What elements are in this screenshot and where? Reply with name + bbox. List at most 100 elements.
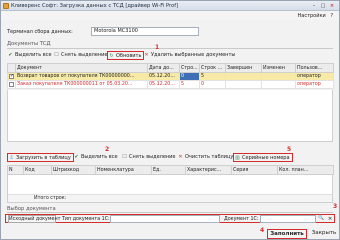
load-to-table-label: Загрузить в таблицу <box>16 155 71 161</box>
terminal-select[interactable]: Motorola MC3100 <box>91 27 199 36</box>
col-unit[interactable]: Ед. <box>151 165 186 175</box>
row-checkbox[interactable] <box>9 81 14 87</box>
app-logo-icon <box>3 3 9 9</box>
documents-table: Документ Дата до... Стро... Строк ... За… <box>7 63 334 89</box>
maximize-button[interactable]: □ <box>320 3 326 9</box>
doc-1c-field[interactable] <box>260 215 316 223</box>
col-qty-plan[interactable]: Кол. план... <box>277 165 334 175</box>
select-all-docs-button[interactable]: ✔ Выделить все <box>7 51 52 60</box>
delete-selected-docs-label: Удалить выбранные документы <box>151 52 236 58</box>
close-window-button[interactable]: × <box>329 3 335 9</box>
clear-table-button[interactable]: ✕ Очистить таблицу <box>177 153 233 162</box>
col-lines2[interactable]: Строк ... <box>199 63 226 73</box>
col-code[interactable]: Код <box>23 165 52 175</box>
col-product[interactable]: Номенклатура <box>95 165 152 175</box>
callout-5: 5 <box>287 146 292 153</box>
clear-docs-selection-button[interactable]: ☐ Снять выделение <box>53 51 108 60</box>
minimize-button[interactable]: – <box>311 3 317 9</box>
lines-table: N Код Штрихкод Номенклатура Ед. Характер… <box>7 165 334 175</box>
serial-numbers-button[interactable]: ▥ Серийные номера <box>233 153 293 162</box>
doc-name: Возврат товаров от покупателя ТК00000000… <box>15 72 148 81</box>
lines-table-footer: Итого строк: <box>8 194 332 202</box>
documents-table-header: Документ Дата до... Стро... Строк ... За… <box>7 63 334 73</box>
uncheck-icon: ☐ <box>122 154 127 160</box>
clear-table-label: Очистить таблицу <box>185 154 234 160</box>
delete-selected-docs-button[interactable]: ✕ Удалить выбранные документы <box>143 51 235 60</box>
refresh-button[interactable]: ↻ Обновить <box>107 51 145 60</box>
barcode-icon: ▥ <box>235 155 240 161</box>
doc-name: Заказ покупателя ТК000000011 от 05.03.20… <box>15 80 148 89</box>
select-all-docs-label: Выделить все <box>15 52 52 58</box>
clear-docs-selection-label: Снять выделение <box>61 52 108 58</box>
documents-section-title: Документы ТСД <box>7 41 51 47</box>
delete-icon: ✕ <box>144 52 149 58</box>
refresh-icon: ↻ <box>109 53 114 59</box>
source-document-label: Исходный документ <box>9 217 61 222</box>
lines-table-header: N Код Штрихкод Номенклатура Ед. Характер… <box>7 165 334 175</box>
col-barcode[interactable]: Штрихкод <box>51 165 96 175</box>
documents-divider <box>7 48 333 49</box>
clear-icon[interactable]: × <box>326 215 334 223</box>
doc-type-label: Тип документа 1С: <box>62 217 110 222</box>
settings-menu[interactable]: Настройки ? <box>298 13 334 19</box>
window-title: Кливеренс Софт: Загрузка данных с ТСД [д… <box>11 3 179 9</box>
main-window: Кливеренс Софт: Загрузка данных с ТСД [д… <box>0 0 340 240</box>
col-done[interactable]: Завершен <box>225 63 262 73</box>
documents-table-empty-area <box>7 90 333 142</box>
refresh-label: Обновить <box>116 53 142 59</box>
doc-date: 05.12.20... <box>147 80 180 89</box>
col-check <box>7 63 16 73</box>
lines-toolbar: ⇩ Загрузить в таблицу ✔ Выделить все ☐ С… <box>7 153 333 162</box>
selection-divider <box>7 212 333 213</box>
callout-4: 4 <box>260 227 265 234</box>
selection-bar: Исходный документ Тип документа 1С: Доку… <box>5 214 335 223</box>
terminal-value: Motorola MC3100 <box>94 28 138 34</box>
col-n[interactable]: N <box>7 165 24 175</box>
load-to-table-button[interactable]: ⇩ Загрузить в таблицу <box>7 153 74 162</box>
doc-lines2: 0 <box>199 80 226 89</box>
clear-lines-selection-button[interactable]: ☐ Снять выделение <box>121 153 176 162</box>
menu-bar: Настройки ? <box>1 11 339 20</box>
col-series[interactable]: Серия <box>231 165 278 175</box>
callout-3: 3 <box>333 203 338 210</box>
total-lines-label: Итого строк: <box>34 196 67 201</box>
doc-lines: 5 <box>179 80 200 89</box>
terminal-label: Терминал сбора данных: <box>7 29 73 35</box>
search-icon[interactable]: 🔍 <box>317 215 325 223</box>
title-bar: Кливеренс Софт: Загрузка данных с ТСД [д… <box>1 1 339 11</box>
col-document[interactable]: Документ <box>15 63 148 73</box>
col-changed[interactable]: Изменен <box>261 63 296 73</box>
doc-user: оператор <box>295 72 334 81</box>
col-characteristic[interactable]: Характерис... <box>185 165 232 175</box>
clear-lines-selection-label: Снять выделение <box>129 154 176 160</box>
close-button[interactable]: Закрыть <box>310 229 338 239</box>
source-document-button[interactable]: Исходный документ <box>8 215 60 223</box>
close-button-label: Закрыть <box>311 230 337 236</box>
check-icon: ✔ <box>8 52 13 58</box>
doc-user: оператор <box>295 80 334 89</box>
doc-done <box>225 80 262 89</box>
doc-type-select[interactable] <box>110 215 220 223</box>
settings-label: Настройки <box>297 13 326 19</box>
callout-2: 2 <box>105 146 110 153</box>
col-lines[interactable]: Стро... <box>179 63 200 73</box>
uncheck-icon: ☐ <box>54 52 59 58</box>
select-all-lines-button[interactable]: ✔ Выделить все <box>73 153 118 162</box>
doc-changed <box>261 80 296 89</box>
col-date[interactable]: Дата до... <box>147 63 180 73</box>
lines-table-empty-area: Итого строк: <box>7 175 333 203</box>
doc-lines2: 5 <box>199 72 226 81</box>
row-checkbox[interactable] <box>9 73 14 79</box>
callout-1: 1 <box>155 44 160 51</box>
documents-toolbar: ✔ Выделить все ☐ Снять выделение ↻ Обнов… <box>7 51 333 60</box>
help-icon[interactable]: ? <box>330 13 333 19</box>
table-row[interactable]: Возврат товаров от покупателя ТК00000000… <box>7 72 334 81</box>
select-all-lines-label: Выделить все <box>81 154 118 160</box>
fill-button[interactable]: Заполнить <box>267 229 307 239</box>
fill-button-label: Заполнить <box>270 231 304 237</box>
table-row[interactable]: Заказ покупателя ТК000000011 от 05.03.20… <box>7 80 334 89</box>
check-icon: ✔ <box>74 154 79 160</box>
doc-done <box>225 72 262 81</box>
col-user[interactable]: Пользов... <box>295 63 334 73</box>
serial-numbers-label: Серийные номера <box>242 155 290 161</box>
